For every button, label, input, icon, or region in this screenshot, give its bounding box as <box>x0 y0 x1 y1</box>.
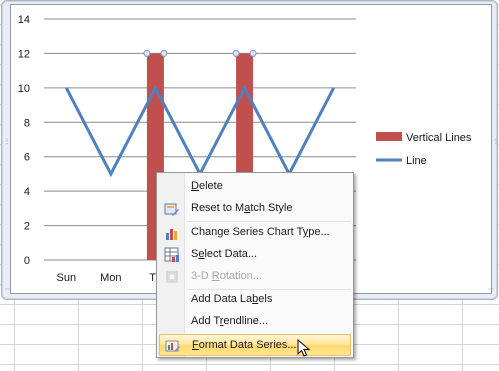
y-tick-label: 6 <box>24 152 30 164</box>
menu-label-change-chart-type: Change Series Chart Type... <box>191 226 330 238</box>
menu-item-add-trendline[interactable]: Add Trendline... <box>159 311 351 333</box>
x-tick-label: Sun <box>56 272 76 284</box>
menu-label-format-data-series: Format Data Series... <box>192 339 297 351</box>
reset-style-icon <box>164 201 180 217</box>
y-tick-label: 12 <box>18 48 30 60</box>
y-tick-label: 0 <box>24 255 30 267</box>
y-tick-label: 8 <box>24 117 30 129</box>
menu-label-reset-style: Reset to Match Style <box>191 202 293 214</box>
y-tick-label: 4 <box>24 186 30 198</box>
y-axis-tick-labels: 0 2 4 6 8 10 12 14 <box>18 14 30 267</box>
x-tick-label: Mon <box>100 272 121 284</box>
selection-handle <box>249 49 257 57</box>
line-series <box>64 84 336 178</box>
selection-handle <box>232 49 240 57</box>
menu-item-delete[interactable]: Delete <box>159 176 351 198</box>
menu-item-change-chart-type[interactable]: Change Series Chart Type... <box>159 222 351 244</box>
legend-swatch <box>376 132 402 141</box>
legend-label: Vertical Lines <box>406 132 472 144</box>
menu-item-format-data-series[interactable]: Format Data Series... <box>159 334 351 356</box>
selection-handle <box>143 49 151 57</box>
menu-label-add-data-labels: Add Data Labels <box>191 293 273 305</box>
y-tick-label: 2 <box>24 221 30 233</box>
rotation-icon <box>164 269 180 285</box>
legend: Vertical Lines Line <box>376 132 472 167</box>
menu-item-3d-rotation[interactable]: 3-D Rotation... <box>159 266 351 288</box>
y-tick-label: 10 <box>18 83 30 95</box>
format-series-icon <box>165 338 181 354</box>
select-data-icon <box>164 247 180 263</box>
y-tick-label: 14 <box>18 14 30 26</box>
legend-label: Line <box>406 155 427 167</box>
context-menu: Delete Reset to Match Style Change Serie… <box>156 172 354 358</box>
x-axis-tick-labels: SunMonTu <box>56 272 161 284</box>
menu-label-select-data: Select Data... <box>191 248 258 260</box>
menu-item-select-data[interactable]: Select Data... <box>159 244 351 266</box>
menu-label-delete: Delete <box>191 180 223 192</box>
selection-handle <box>160 49 168 57</box>
menu-item-reset-style[interactable]: Reset to Match Style <box>159 198 351 220</box>
mouse-cursor-icon <box>297 339 311 357</box>
menu-label-add-trendline: Add Trendline... <box>191 315 269 327</box>
menu-label-3d-rotation: 3-D Rotation... <box>191 270 262 282</box>
chart-type-icon <box>164 225 180 241</box>
series-line <box>64 84 336 178</box>
menu-item-add-data-labels[interactable]: Add Data Labels <box>159 289 351 311</box>
